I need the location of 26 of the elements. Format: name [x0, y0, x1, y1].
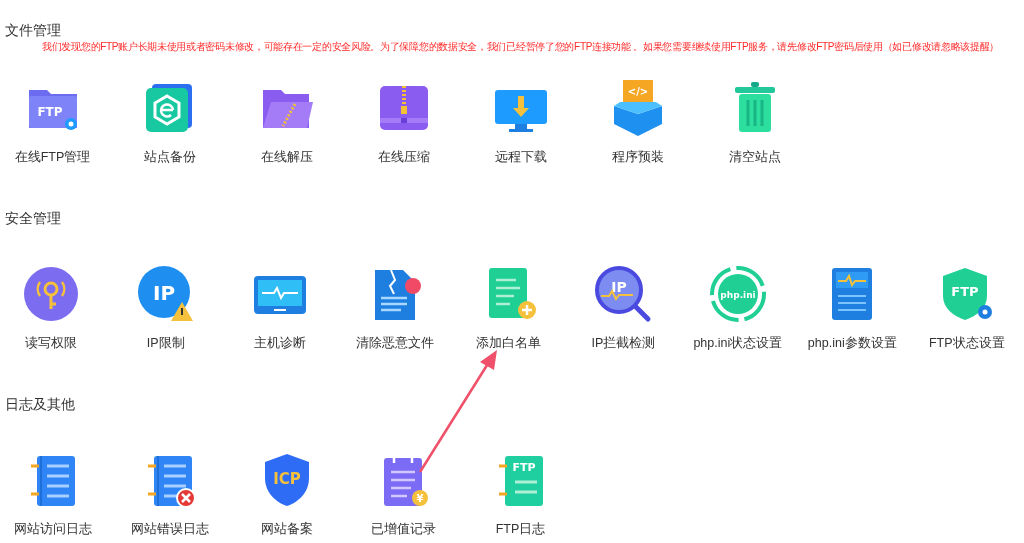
php-ring-icon: php.ini — [707, 264, 768, 324]
tool-link[interactable]: 在线FTP管理 — [14, 148, 91, 166]
tool-link[interactable]: 在线解压 — [260, 148, 313, 166]
tool-link[interactable]: 读写权限 — [25, 334, 78, 352]
tool-link[interactable]: 网站错误日志 — [130, 520, 209, 538]
tool-link[interactable]: IP限制 — [146, 334, 185, 352]
tool-link[interactable]: 站点备份 — [143, 148, 196, 166]
tool-link[interactable]: 清空站点 — [728, 148, 781, 166]
tool-link[interactable]: 网站访问日志 — [13, 520, 92, 538]
tool-link[interactable]: 已增值记录 — [371, 520, 436, 538]
tool-link[interactable]: 主机诊断 — [254, 334, 307, 352]
section-title: 安全管理 — [4, 209, 61, 228]
tool-link[interactable]: php.ini状态设置 — [693, 334, 783, 352]
tool-link[interactable]: 在线压缩 — [377, 148, 430, 166]
tool-link[interactable]: 清除恶意文件 — [355, 334, 434, 352]
tool-link[interactable]: 网站备案 — [260, 520, 313, 538]
tool-link[interactable]: FTP日志 — [495, 520, 546, 538]
warning-text: 我们发现您的FTP账户长期未使用或者密码未修改，可能存在一定的安全风险。为了保障您的数据安全，我们已经暂停了您的FTP连接功能 。如果您需要继续使用FTP服务，请先修改FTP密码后使用（如已修改请忽略该提醒） — [42, 40, 1000, 54]
section-title: 文件管理 — [4, 21, 61, 40]
tool-link[interactable]: 程序预装 — [611, 148, 664, 166]
tool-link[interactable]: 添加白名单 — [476, 334, 542, 352]
tool-link[interactable]: 远程下载 — [494, 148, 547, 166]
section-title: 日志及其他 — [4, 395, 75, 414]
tool-link[interactable]: php.ini参数设置 — [807, 334, 897, 352]
tool-link[interactable]: FTP状态设置 — [928, 334, 1005, 352]
tool-link[interactable]: IP拦截检测 — [591, 334, 656, 352]
